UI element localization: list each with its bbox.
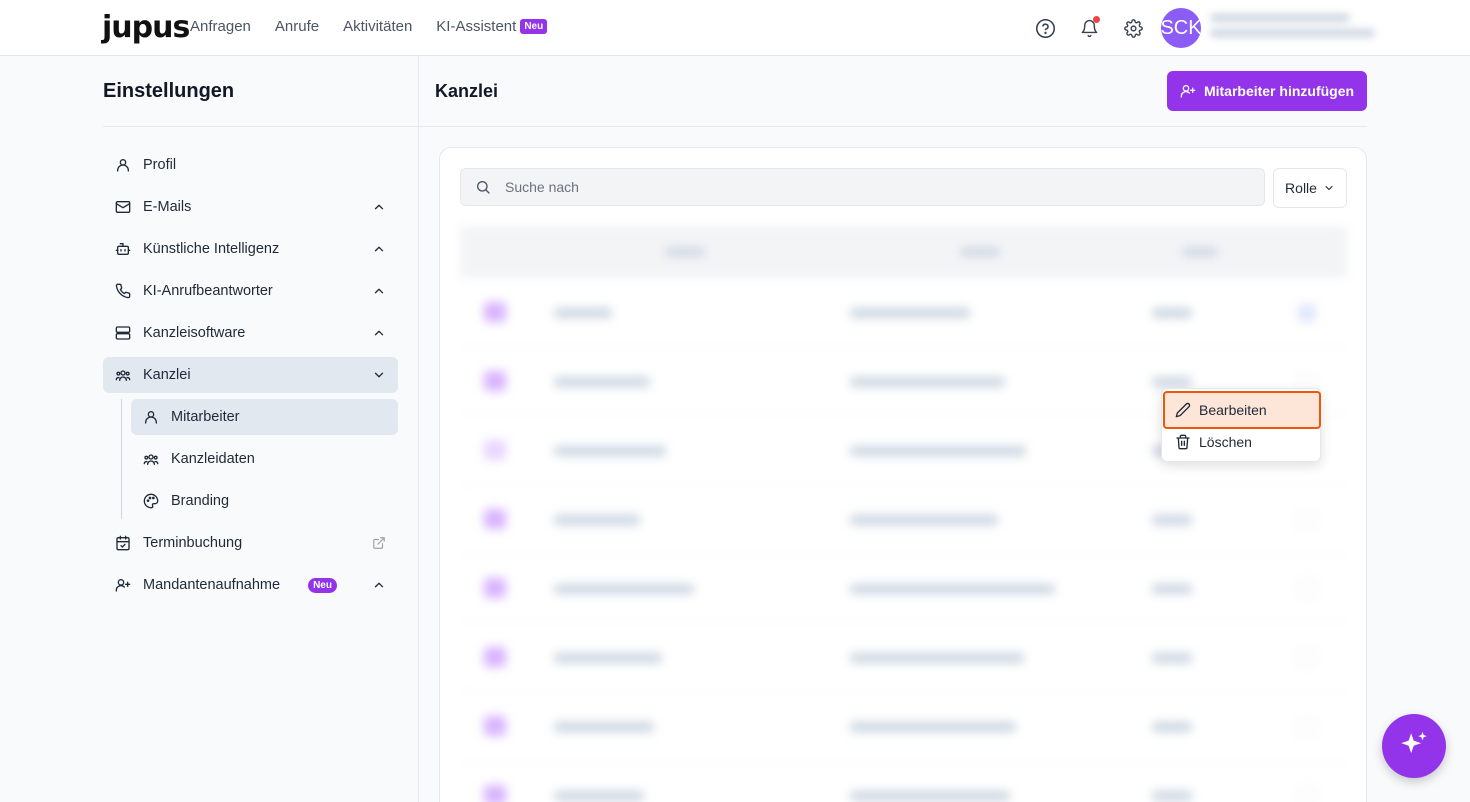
role-filter-label: Rolle [1285, 180, 1317, 196]
submenu-guide-line [121, 399, 122, 519]
new-badge: Neu [308, 577, 337, 593]
server-icon [115, 325, 131, 341]
sidebar-item-label: Terminbuchung [143, 535, 243, 551]
divider [103, 126, 418, 127]
table-row[interactable] [460, 278, 1347, 347]
table-header [460, 226, 1347, 278]
sidebar-item-label: Mandantenaufnahme [143, 577, 281, 593]
user-icon [115, 157, 131, 173]
divider [419, 126, 1367, 127]
delete-label: Löschen [1199, 434, 1252, 450]
chevron-up-icon [374, 246, 384, 252]
table-row[interactable] [460, 554, 1347, 623]
edit-label: Bearbeiten [1199, 402, 1267, 418]
pencil-icon [1175, 402, 1191, 418]
chevron-up-icon [374, 582, 384, 588]
sidebar-item-label: Künstliche Intelligenz [143, 241, 280, 257]
sparkles-icon [1401, 731, 1427, 754]
add-employee-button[interactable]: Mitarbeiter hinzufügen [1167, 71, 1367, 111]
role-filter-dropdown[interactable]: Rolle [1273, 168, 1347, 208]
top-navigation-bar: jupus Anfragen Anrufe Aktivitäten KI-Ass… [0, 0, 1470, 56]
search-placeholder: Suche nach [505, 179, 579, 195]
search-icon [475, 179, 491, 195]
bell-icon[interactable] [1077, 16, 1101, 40]
sidebar-subitem-mitarbeiter[interactable]: Mitarbeiter [131, 399, 398, 435]
employees-table-blurred [460, 226, 1347, 802]
nav-anfragen[interactable]: Anfragen [190, 18, 251, 35]
users-icon [115, 367, 131, 383]
calendar-check-icon [115, 535, 131, 551]
vertical-divider [418, 56, 419, 802]
sidebar-item-ki-anrufbeantworter[interactable]: KI-Anrufbeantworter [103, 273, 398, 309]
add-employee-label: Mitarbeiter hinzufügen [1203, 83, 1355, 99]
palette-icon [143, 493, 159, 509]
page-title: Kanzlei [435, 81, 499, 101]
user-info-blurred[interactable] [1210, 14, 1375, 44]
chevron-down-icon [374, 372, 384, 378]
notification-dot [1093, 16, 1100, 23]
sidebar-item-label: Profil [143, 157, 177, 173]
sidebar-item-profil[interactable]: Profil [103, 147, 398, 183]
sidebar-item-kanzleisoftware[interactable]: Kanzleisoftware [103, 315, 398, 351]
external-link-icon [373, 537, 385, 549]
row-actions-menu: Bearbeiten Löschen [1161, 388, 1321, 462]
nav-ki-assistent-label: KI-Assistent [436, 18, 517, 35]
user-avatar[interactable]: SCK [1161, 8, 1201, 48]
phone-icon [115, 283, 131, 299]
nav-anfragen-label: Anfragen [190, 18, 251, 35]
main-nav: Anfragen Anrufe Aktivitäten KI-Assistent… [190, 18, 548, 35]
jupus-logo[interactable]: jupus [102, 10, 190, 45]
nav-anrufe[interactable]: Anrufe [275, 18, 319, 35]
chevron-down-icon [1325, 185, 1333, 191]
edit-menu-item[interactable]: Bearbeiten [1163, 391, 1321, 429]
nav-anrufe-label: Anrufe [274, 18, 320, 35]
employees-card: Suche nach Rolle [439, 147, 1367, 802]
table-row[interactable] [460, 761, 1347, 802]
sidebar-subitem-kanzleidaten[interactable]: Kanzleidaten [131, 441, 398, 477]
chevron-up-icon [374, 288, 384, 294]
settings-title: Einstellungen [103, 80, 235, 102]
mail-icon [115, 199, 131, 215]
sidebar-item-emails[interactable]: E-Mails [103, 189, 398, 225]
sidebar-item-terminbuchung[interactable]: Terminbuchung [103, 525, 398, 561]
table-row[interactable] [460, 623, 1347, 692]
table-row[interactable] [460, 485, 1347, 554]
nav-ki-assistent[interactable]: KI-Assistent Neu [436, 18, 548, 35]
help-circle-icon[interactable] [1033, 16, 1057, 40]
sidebar-item-label: Kanzleisoftware [143, 325, 246, 341]
sidebar-subitem-label: Branding [171, 493, 230, 509]
user-icon [143, 409, 159, 425]
bot-icon [115, 241, 131, 257]
sidebar-item-label: E-Mails [143, 199, 192, 215]
sidebar-item-ki[interactable]: Künstliche Intelligenz [103, 231, 398, 267]
sidebar-subitem-label: Kanzleidaten [171, 451, 255, 467]
gear-icon[interactable] [1121, 16, 1145, 40]
table-row[interactable] [460, 692, 1347, 761]
chevron-up-icon [374, 204, 384, 210]
sidebar-subitem-label: Mitarbeiter [171, 409, 240, 425]
nav-aktivitaeten[interactable]: Aktivitäten [343, 18, 412, 35]
search-input[interactable]: Suche nach [460, 168, 1265, 206]
sidebar-item-kanzlei[interactable]: Kanzlei [103, 357, 398, 393]
ai-assistant-button[interactable] [1382, 714, 1446, 778]
sidebar-item-mandantenaufnahme[interactable]: Mandantenaufnahme Neu [103, 567, 398, 603]
chevron-up-icon [374, 330, 384, 336]
new-badge: Neu [520, 19, 548, 34]
user-plus-icon [1180, 85, 1196, 98]
users-icon [143, 451, 159, 467]
delete-menu-item[interactable]: Löschen [1165, 425, 1319, 459]
sidebar-item-label: Kanzlei [143, 367, 191, 383]
sidebar-item-label: KI-Anrufbeantworter [143, 283, 273, 299]
user-plus-icon [115, 577, 131, 593]
sidebar-subitem-branding[interactable]: Branding [131, 483, 398, 519]
trash-icon [1175, 434, 1191, 450]
nav-aktivitaeten-label: Aktivitäten [343, 18, 413, 35]
